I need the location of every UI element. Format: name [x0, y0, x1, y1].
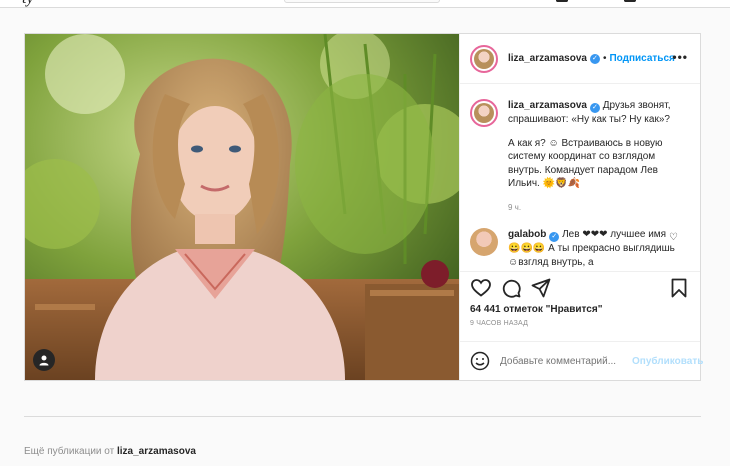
author-username[interactable]: liza_arzamasova — [508, 53, 587, 64]
post-timestamp[interactable]: 9 ЧАСОВ НАЗАД — [470, 320, 690, 327]
verified-icon: ✓ — [589, 53, 600, 64]
user-icon — [39, 355, 49, 366]
likes-count[interactable]: 64 441 отметок "Нравится" — [470, 304, 690, 315]
caption-username[interactable]: liza_arzamasova — [508, 100, 587, 111]
comment-icon[interactable] — [500, 277, 522, 299]
add-comment-bar: Опубликовать — [460, 341, 703, 380]
post-card: liza_arzamasova ✓ • Подписаться ••• liza… — [24, 33, 703, 381]
publish-button[interactable]: Опубликовать — [632, 356, 703, 367]
activity-icon[interactable] — [624, 0, 636, 2]
caption-avatar[interactable] — [470, 99, 498, 127]
caption-time[interactable]: 9 ч. — [508, 201, 686, 215]
search-input[interactable] — [284, 0, 440, 3]
instagram-logo[interactable]: ty — [22, 0, 34, 8]
inbox-icon[interactable] — [556, 0, 568, 2]
emoji-icon[interactable] — [470, 351, 490, 371]
commenter-username[interactable]: galabob — [508, 229, 546, 240]
post-actions: 64 441 отметок "Нравится" 9 ЧАСОВ НАЗАД — [460, 271, 700, 327]
comments-section[interactable]: liza_arzamasova ✓ Друзья звонят, спрашива… — [460, 85, 700, 271]
more-options-icon[interactable]: ••• — [672, 50, 688, 64]
commenter-avatar[interactable] — [470, 228, 498, 256]
photo-illustration — [25, 34, 459, 380]
top-navigation-bar: ty — [0, 0, 730, 8]
verified-icon: ✓ — [589, 103, 600, 113]
like-icon[interactable] — [470, 277, 492, 299]
more-posts-author[interactable]: liza_arzamasova — [117, 446, 196, 457]
tagged-users-button[interactable] — [33, 349, 55, 371]
caption-line-2: А как я? ☺ Встраиваюсь в новую систему к… — [508, 137, 663, 190]
post-sidebar: liza_arzamasova ✓ • Подписаться ••• liza… — [459, 34, 703, 380]
comment-like-icon[interactable]: ♡ — [669, 232, 678, 243]
save-icon[interactable] — [668, 277, 690, 299]
author-avatar[interactable] — [470, 44, 498, 73]
post-caption: liza_arzamasova ✓ Друзья звонят, спрашива… — [470, 99, 690, 214]
separator-dot: • — [602, 53, 607, 64]
post-header: liza_arzamasova ✓ • Подписаться ••• — [460, 34, 700, 84]
more-posts-prefix: Ещё публикации от — [24, 446, 117, 457]
follow-button[interactable]: Подписаться — [609, 53, 674, 64]
share-icon[interactable] — [530, 277, 552, 299]
comment-item: galabob ✓ Лев ❤❤❤ лучшее имя😀😀😀 А ты прек… — [470, 228, 690, 269]
section-divider — [24, 416, 701, 417]
comment-input[interactable] — [500, 355, 632, 367]
more-posts-heading: Ещё публикации от liza_arzamasova — [24, 446, 196, 457]
post-photo[interactable] — [25, 34, 459, 380]
verified-icon: ✓ — [549, 232, 560, 242]
